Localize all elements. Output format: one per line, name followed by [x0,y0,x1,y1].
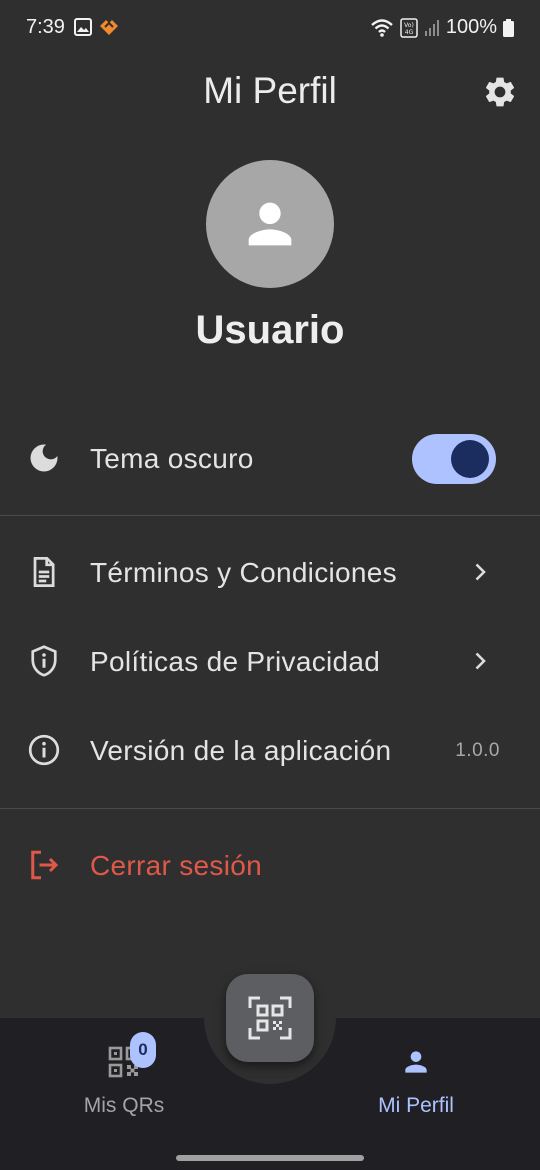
status-time: 7:39 [26,16,65,38]
terms-row[interactable]: Términos y Condiciones [0,532,540,612]
settings-button[interactable] [482,74,518,110]
chevron-right-icon [475,563,486,581]
avatar [206,160,334,288]
battery-icon [503,18,514,37]
logout-icon [31,850,59,880]
wifi-icon [371,18,393,37]
privacy-row[interactable]: Políticas de Privacidad [0,621,540,701]
dark-theme-toggle[interactable] [412,434,496,484]
person-icon [248,202,292,246]
info-icon [28,734,60,766]
dark-theme-label: Tema oscuro [90,443,254,474]
home-indicator[interactable] [176,1155,364,1161]
qr-count-badge: 0 [130,1032,156,1068]
version-row: Versión de la aplicación 1.0.0 [0,710,540,790]
person-icon [405,1051,427,1073]
dark-theme-row: Tema oscuro [0,418,540,498]
toggle-knob [451,440,489,478]
logout-label: Cerrar sesión [90,850,262,881]
moon-icon [30,444,58,472]
user-name: Usuario [195,308,345,352]
document-icon [33,557,55,587]
terms-label: Términos y Condiciones [90,557,397,588]
signal-icon [424,19,439,36]
nav-label-mi-perfil: Mi Perfil [378,1094,454,1117]
version-value: 1.0.0 [455,740,500,761]
image-icon [74,18,92,36]
divider [0,515,540,516]
privacy-label: Políticas de Privacidad [90,646,381,677]
version-label: Versión de la aplicación [90,735,392,766]
battery-percentage: 100% [445,16,497,38]
page-title: Mi Perfil [203,70,337,111]
app-notification-icon [100,20,118,35]
volte-4g-icon: Vo) 4G [400,17,418,38]
qr-scan-icon [248,996,292,1040]
gear-icon [485,77,515,107]
nav-label-mis-qrs: Mis QRs [83,1094,165,1117]
svg-text:Vo): Vo) [404,22,414,29]
nav-item-mi-perfil[interactable]: Mi Perfil [336,1030,496,1130]
svg-text:4G: 4G [405,29,414,36]
nav-item-mis-qrs[interactable]: 0 Mis QRs [44,1030,204,1130]
divider [0,808,540,809]
scan-qr-button[interactable] [226,974,314,1062]
chevron-right-icon [475,652,486,670]
status-bar: 7:39 Vo) 4G 100% [0,0,540,58]
logout-row[interactable]: Cerrar sesión [0,825,540,905]
app-header: Mi Perfil [0,58,540,124]
shield-info-icon [31,645,57,677]
